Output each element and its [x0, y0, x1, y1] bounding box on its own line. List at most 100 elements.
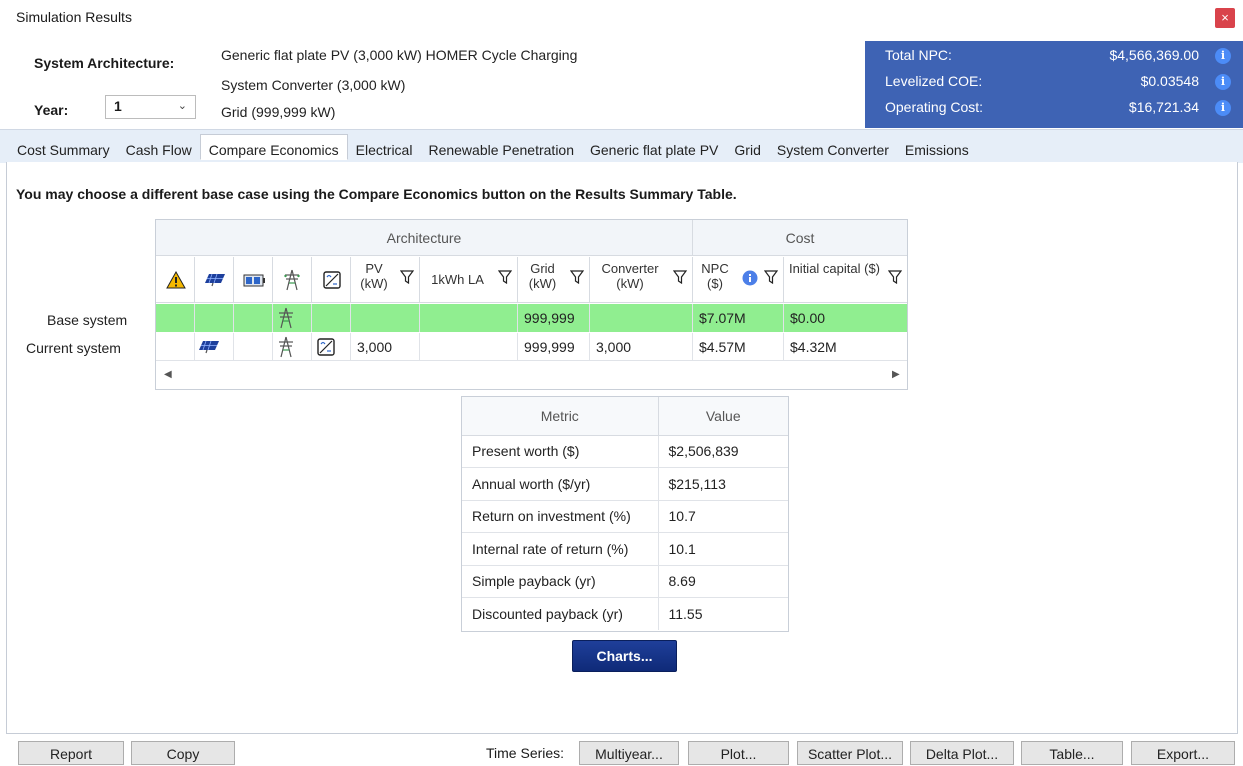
- charts-button[interactable]: Charts...: [572, 640, 677, 672]
- tab-cash-flow[interactable]: Cash Flow: [118, 139, 200, 163]
- cell-npc: $4.57M: [693, 333, 784, 361]
- metric-value: 10.1: [658, 532, 788, 566]
- table-row: Simple payback (yr) 8.69: [462, 565, 788, 598]
- filter-icon[interactable]: [672, 270, 688, 285]
- info-icon[interactable]: i: [1215, 100, 1231, 116]
- battery-icon: [243, 273, 265, 287]
- scroll-right-arrow[interactable]: ▶: [892, 369, 900, 380]
- converter-column-header[interactable]: [312, 257, 351, 303]
- filter-icon[interactable]: [497, 270, 513, 285]
- metric-value: 11.55: [668, 606, 703, 622]
- cell-converter-icon: [312, 333, 351, 361]
- total-npc-row: Total NPC: $4,566,369.00 i: [885, 47, 1231, 69]
- cell-pv-kw: 3,000: [351, 333, 420, 361]
- metric-value: $215,113: [658, 467, 788, 501]
- table-row: Return on investment (%) 10.7: [462, 500, 788, 533]
- cell-initial-capital: $4.32M: [790, 339, 837, 355]
- cell-converter-icon: [312, 304, 351, 332]
- base-case-note: You may choose a different base case usi…: [16, 186, 737, 202]
- delta-plot-button[interactable]: Delta Plot...: [910, 741, 1014, 765]
- chevron-down-icon: ⌄: [177, 100, 187, 112]
- year-dropdown[interactable]: 1 ⌄: [105, 95, 196, 119]
- info-icon[interactable]: i: [1215, 48, 1231, 64]
- solar-panel-icon: [198, 340, 220, 354]
- cell-pv-icon: [195, 333, 234, 361]
- scroll-left-arrow[interactable]: ◀: [164, 369, 172, 380]
- info-icon[interactable]: [742, 270, 758, 286]
- cell-pv-kw: [351, 304, 420, 332]
- table-row-base-system[interactable]: 999,999 $7.07M $0.00: [156, 304, 907, 332]
- filter-icon[interactable]: [887, 270, 903, 285]
- tab-system-converter[interactable]: System Converter: [769, 139, 897, 163]
- grid-kw-column-header[interactable]: Grid (kW): [518, 257, 590, 303]
- filter-icon[interactable]: [569, 270, 585, 285]
- operating-cost-label: Operating Cost:: [885, 99, 984, 115]
- total-npc-value: $4,566,369.00: [1109, 47, 1199, 63]
- scatter-plot-button[interactable]: Scatter Plot...: [797, 741, 903, 765]
- grid-column-header[interactable]: [273, 257, 312, 303]
- npc-header-label: NPC ($): [701, 261, 729, 291]
- table-row: Annual worth ($/yr) $215,113: [462, 467, 788, 501]
- info-icon[interactable]: i: [1215, 74, 1231, 90]
- filter-icon[interactable]: [763, 270, 779, 285]
- metric-name: Discounted payback (yr): [462, 597, 659, 630]
- cell-converter-kw: [590, 304, 693, 332]
- tab-emissions[interactable]: Emissions: [897, 139, 977, 163]
- metric-table: Metric Value Present worth ($) $2,506,839…: [461, 396, 789, 632]
- tab-cost-summary[interactable]: Cost Summary: [9, 139, 118, 163]
- cell-grid-kw: 999,999: [518, 304, 590, 332]
- arch-line-pv: Generic flat plate PV (3,000 kW) HOMER C…: [221, 47, 578, 63]
- tab-electrical[interactable]: Electrical: [348, 139, 421, 163]
- metric-name: Present worth ($): [462, 435, 659, 468]
- la-column-header[interactable]: 1kWh LA: [420, 257, 518, 303]
- time-series-label: Time Series:: [486, 745, 565, 761]
- system-architecture-label: System Architecture:: [34, 55, 175, 71]
- cell-npc: $7.07M: [693, 304, 784, 332]
- tab-renewable-penetration[interactable]: Renewable Penetration: [420, 139, 582, 163]
- warning-icon: [166, 271, 186, 289]
- table-row: Discounted payback (yr) 11.55: [462, 597, 788, 630]
- power-tower-icon: [284, 269, 300, 291]
- tab-generic-flat-plate-pv[interactable]: Generic flat plate PV: [582, 139, 726, 163]
- warning-column-header[interactable]: [156, 257, 195, 303]
- copy-button[interactable]: Copy: [131, 741, 235, 765]
- initial-capital-header-label: Initial capital ($): [788, 261, 881, 276]
- arch-line-converter: System Converter (3,000 kW): [221, 77, 406, 93]
- table-button[interactable]: Table...: [1021, 741, 1123, 765]
- battery-column-header[interactable]: [234, 257, 273, 303]
- table-row: Present worth ($) $2,506,839: [462, 435, 788, 468]
- pv-kw-column-header[interactable]: PV (kW): [351, 257, 420, 303]
- initial-capital-column-header[interactable]: Initial capital ($): [784, 257, 907, 303]
- table-row: Internal rate of return (%) 10.1: [462, 532, 788, 566]
- architecture-group-header: Architecture: [156, 220, 693, 256]
- metric-column-header: Metric: [462, 397, 659, 436]
- cell-grid-kw: 999,999: [518, 333, 590, 361]
- cost-group-header: Cost: [693, 220, 907, 256]
- pv-column-header[interactable]: [195, 257, 234, 303]
- levelized-coe-label: Levelized COE:: [885, 73, 983, 89]
- cell-grid-icon: [273, 304, 312, 332]
- filter-icon[interactable]: [399, 270, 415, 285]
- metric-name: Annual worth ($/yr): [462, 467, 659, 501]
- metric-name: Simple payback (yr): [462, 565, 659, 598]
- table-row-current-system[interactable]: 3,000 999,999 3,000 $4.57M $4.32M: [156, 333, 907, 361]
- export-button[interactable]: Export...: [1131, 741, 1235, 765]
- npc-column-header[interactable]: NPC ($): [693, 257, 784, 303]
- cell-converter-kw: 3,000: [590, 333, 693, 361]
- grid-kw-header-label: Grid (kW): [528, 261, 557, 291]
- tab-bar: Cost Summary Cash Flow Compare Economics…: [9, 134, 977, 163]
- tab-grid[interactable]: Grid: [726, 139, 768, 163]
- value-column-header: Value: [658, 397, 788, 436]
- close-button[interactable]: ×: [1215, 8, 1235, 28]
- report-button[interactable]: Report: [18, 741, 124, 765]
- cell-grid-icon: [273, 333, 312, 361]
- tab-compare-economics[interactable]: Compare Economics: [199, 134, 348, 160]
- levelized-coe-row: Levelized COE: $0.03548 i: [885, 73, 1231, 95]
- metric-value: $2,506,839: [658, 435, 788, 468]
- year-label: Year:: [34, 102, 69, 118]
- solar-panel-icon: [204, 273, 226, 287]
- multiyear-button[interactable]: Multiyear...: [579, 741, 679, 765]
- architecture-grid: Architecture Cost PV (kW) 1kWh LA Grid (…: [155, 219, 908, 390]
- plot-button[interactable]: Plot...: [688, 741, 789, 765]
- converter-kw-column-header[interactable]: Converter (kW): [590, 257, 693, 303]
